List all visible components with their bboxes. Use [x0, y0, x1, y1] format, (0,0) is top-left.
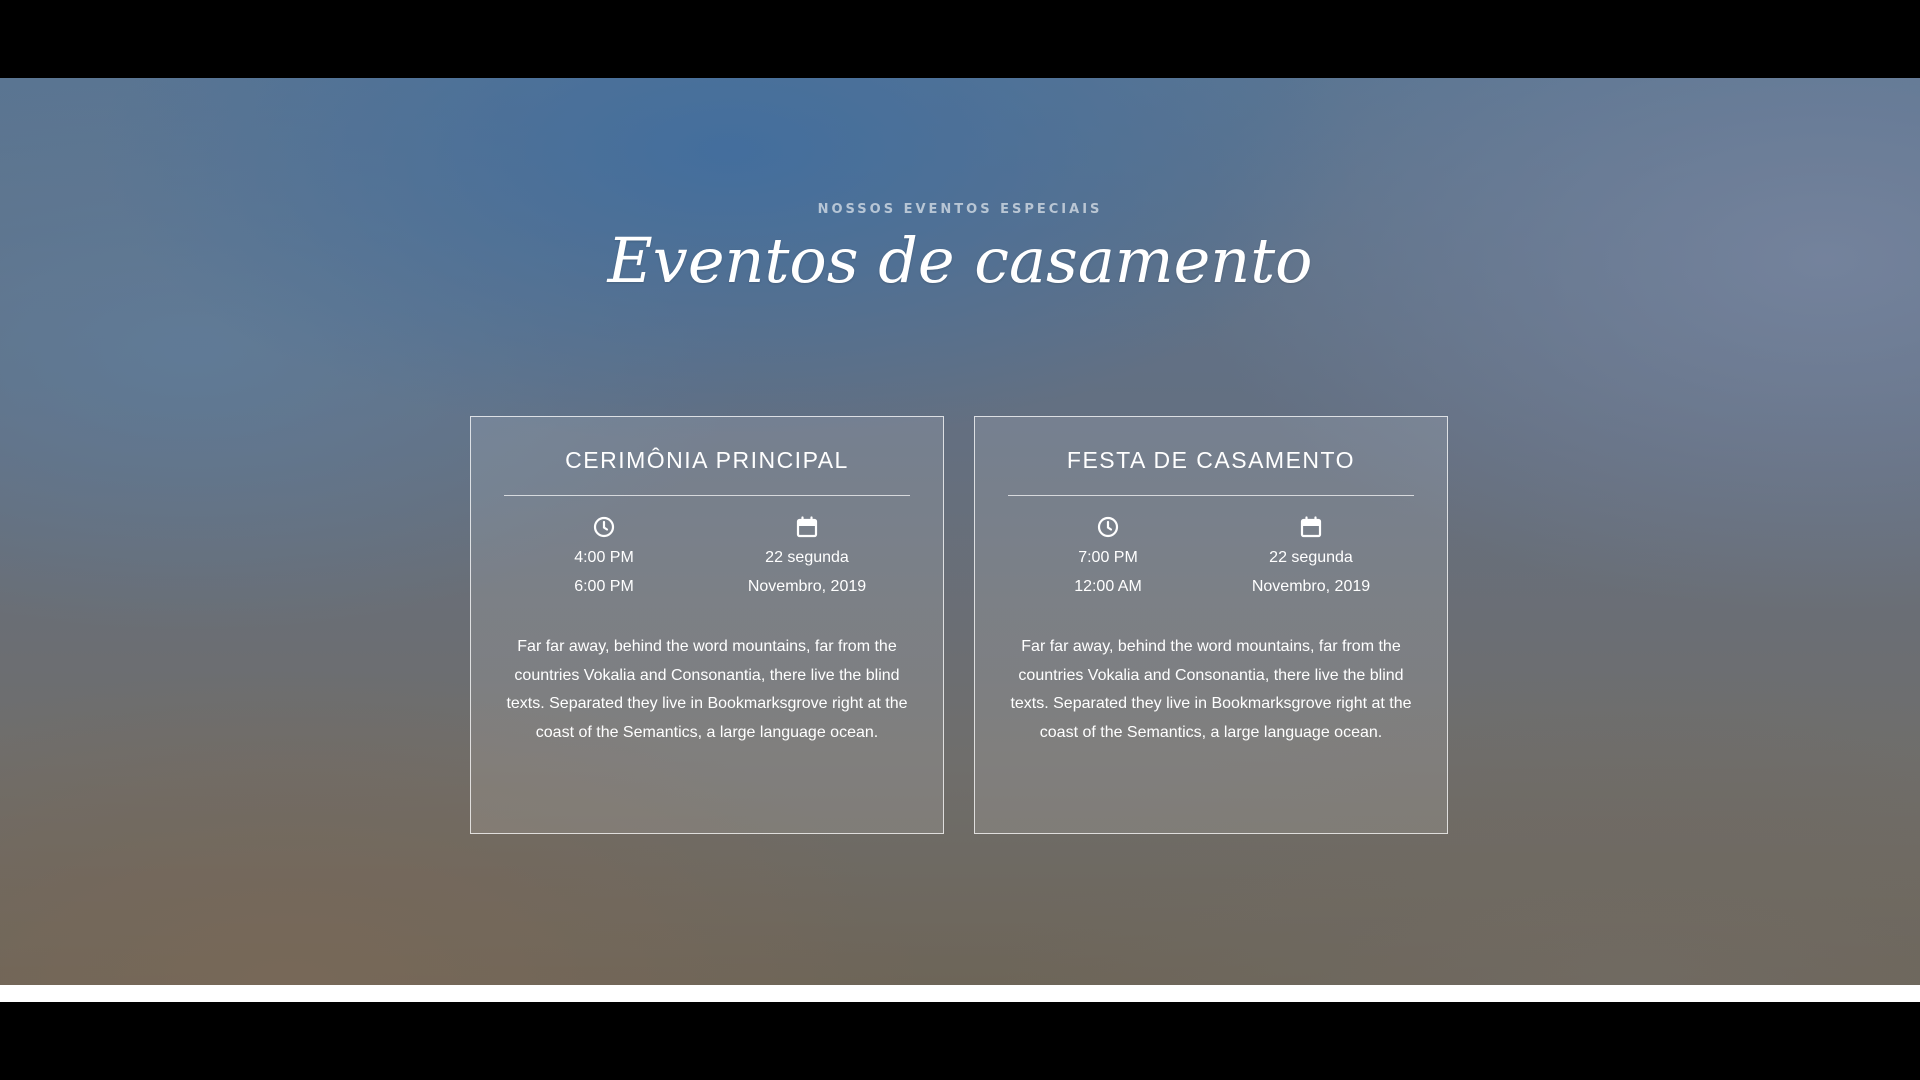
event-card-ceremony: CERIMÔNIA PRINCIPAL 4:00 PM 6:00 PM 22 s… — [470, 416, 944, 834]
event-card-party: FESTA DE CASAMENTO 7:00 PM 12:00 AM 22 s… — [974, 416, 1448, 834]
event-description: Far far away, behind the word mountains,… — [1010, 638, 1412, 741]
event-time-end: 6:00 PM — [574, 578, 634, 595]
event-date-day: 22 segunda — [1269, 549, 1353, 566]
event-date: 22 segunda Novembro, 2019 — [707, 515, 907, 601]
event-date-month-year: Novembro, 2019 — [747, 578, 867, 595]
divider — [504, 495, 910, 496]
calendar-icon — [795, 515, 819, 539]
event-time-end: 12:00 AM — [1074, 578, 1142, 595]
event-title: CERIMÔNIA PRINCIPAL — [565, 447, 849, 473]
letterbox-top — [0, 0, 1920, 78]
event-description: Far far away, behind the word mountains,… — [506, 638, 908, 741]
letterbox-bottom — [0, 1002, 1920, 1080]
clock-icon — [1096, 515, 1120, 539]
divider — [1008, 495, 1414, 496]
section-eyebrow: NOSSOS EVENTOS ESPECIAIS — [817, 202, 1103, 217]
calendar-icon — [1299, 515, 1323, 539]
event-time-start: 7:00 PM — [1078, 549, 1138, 566]
events-section: NOSSOS EVENTOS ESPECIAIS Eventos de casa… — [0, 78, 1920, 985]
event-time-start: 4:00 PM — [574, 549, 634, 566]
event-title: FESTA DE CASAMENTO — [1066, 447, 1356, 473]
event-time: 7:00 PM 12:00 AM — [1008, 515, 1208, 601]
event-date-day: 22 segunda — [765, 549, 849, 566]
event-date-month-year: Novembro, 2019 — [1251, 578, 1371, 595]
clock-icon — [592, 515, 616, 539]
page-footer-strip — [0, 985, 1920, 1002]
event-time: 4:00 PM 6:00 PM — [504, 515, 704, 601]
section-heading: Eventos de casamento — [607, 224, 1313, 297]
event-date: 22 segunda Novembro, 2019 — [1211, 515, 1411, 601]
